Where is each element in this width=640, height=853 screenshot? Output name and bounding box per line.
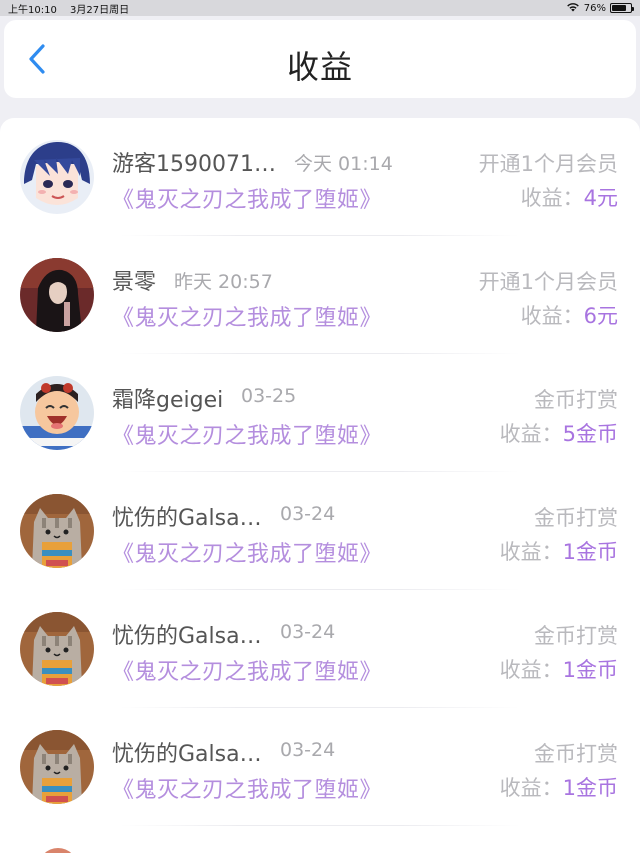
user-name: 忧伤的Galsa…	[112, 506, 262, 531]
income-type: 金币打赏	[534, 388, 618, 412]
record-time: 03-24	[280, 739, 336, 761]
income-amount: 收益：5金币	[500, 418, 618, 448]
income-label: 收益：	[499, 422, 563, 446]
user-avatar[interactable]	[20, 376, 94, 450]
status-bar: 上午10:10 3月27日周日 76%	[0, 0, 640, 16]
row-divider	[120, 825, 520, 826]
book-title-link[interactable]: 《鬼灭之刃之我成了堕姬》	[112, 772, 382, 804]
income-label: 收益：	[499, 658, 563, 682]
income-label: 收益：	[499, 776, 563, 800]
income-type: 金币打赏	[534, 506, 618, 530]
income-value: 1金币	[562, 540, 618, 564]
battery-percent: 76%	[583, 2, 606, 14]
income-record-row[interactable]: 忧伤的Galsa… 03-24 《鬼灭之刃之我成了堕姬》 金币打赏收益：1金币	[0, 590, 640, 708]
status-time: 上午10:10	[8, 4, 57, 16]
income-amount: 收益：1金币	[500, 772, 618, 802]
income-value: 1金币	[562, 776, 618, 800]
income-amount: 收益：6元	[521, 300, 618, 330]
income-label: 收益：	[520, 304, 584, 328]
status-right: 76%	[566, 2, 634, 15]
user-name: 游客1590071…	[112, 152, 276, 177]
user-avatar[interactable]	[20, 612, 94, 686]
income-amount: 收益：1金币	[500, 654, 618, 684]
user-avatar[interactable]	[20, 730, 94, 804]
income-record-row[interactable]: 景零 昨天 20:57 《鬼灭之刃之我成了堕姬》 开通1个月会员收益：6元	[0, 236, 640, 354]
record-time: 03-25	[241, 385, 297, 407]
income-value: 4元	[583, 186, 618, 210]
income-label: 收益：	[520, 186, 584, 210]
user-avatar[interactable]	[20, 258, 94, 332]
record-time: 今天 01:14	[294, 153, 393, 175]
user-avatar[interactable]	[20, 494, 94, 568]
status-left: 上午10:10 3月27日周日	[8, 1, 139, 16]
battery-icon	[610, 3, 634, 13]
income-label: 收益：	[499, 540, 563, 564]
income-type: 开通1个月会员	[478, 152, 618, 176]
user-name: 忧伤的Galsa…	[112, 624, 262, 649]
wifi-icon	[566, 2, 580, 15]
status-date: 3月27日周日	[70, 4, 130, 16]
user-avatar[interactable]	[20, 140, 94, 214]
record-time: 昨天 20:57	[174, 271, 273, 293]
income-type: 开通1个月会员	[478, 270, 618, 294]
record-time: 03-24	[280, 621, 336, 643]
user-name: 忧伤的Galsa…	[112, 742, 262, 767]
income-type: 金币打赏	[534, 624, 618, 648]
income-type: 金币打赏	[534, 742, 618, 766]
income-record-row[interactable]: 霜降geigei 03-25 《鬼灭之刃之我成了堕姬》 金币打赏收益：5金币	[0, 354, 640, 472]
book-title-link[interactable]: 《鬼灭之刃之我成了堕姬》	[112, 182, 382, 214]
navigation-bar: 收益	[4, 20, 636, 98]
income-record-row[interactable]: 游客1590071… 今天 01:14 《鬼灭之刃之我成了堕姬》 开通1个月会员收益：…	[0, 118, 640, 236]
income-amount: 收益：1金币	[500, 536, 618, 566]
battery-level	[612, 5, 626, 11]
income-amount: 收益：4元	[521, 182, 618, 212]
user-name: 景零	[112, 270, 157, 295]
income-value: 6元	[583, 304, 618, 328]
page-title: 收益	[286, 48, 353, 86]
income-list: 游客1590071… 今天 01:14 《鬼灭之刃之我成了堕姬》 开通1个月会员 收益：…	[0, 118, 640, 853]
income-record-row[interactable]: 忧伤的Galsa… 03-24 《鬼灭之刃之我成了堕姬》 金币打赏收益：1金币	[0, 708, 640, 826]
book-title-link[interactable]: 《鬼灭之刃之我成了堕姬》	[112, 654, 382, 686]
book-title-link[interactable]: 《鬼灭之刃之我成了堕姬》	[112, 300, 382, 332]
user-name: 霜降geigei	[112, 388, 224, 413]
book-title-link[interactable]: 《鬼灭之刃之我成了堕姬》	[112, 536, 382, 568]
income-record-row[interactable]: 忧伤的Galsa… 03-24 《鬼灭之刃之我成了堕姬》 金币打赏收益：1金币	[0, 472, 640, 590]
income-value: 1金币	[562, 658, 618, 682]
income-value: 5金币	[562, 422, 618, 446]
book-title-link[interactable]: 《鬼灭之刃之我成了堕姬》	[112, 418, 382, 450]
partial-user-avatar	[38, 848, 78, 853]
record-time: 03-24	[280, 503, 336, 525]
